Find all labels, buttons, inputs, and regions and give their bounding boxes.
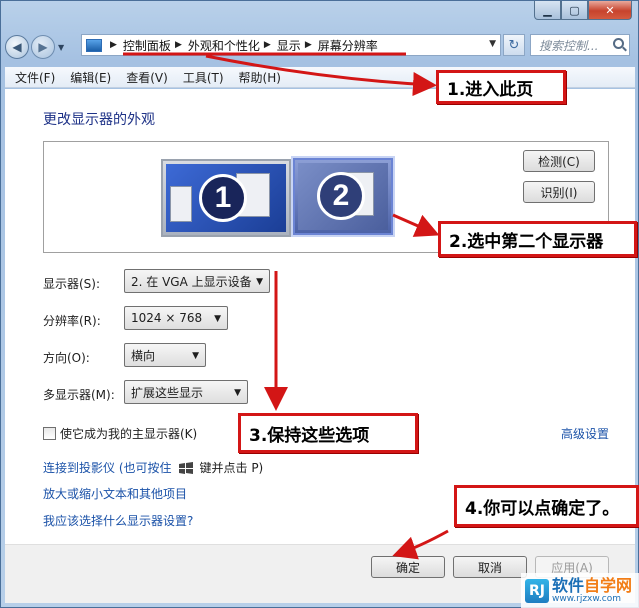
chevron-down-icon: ▼: [214, 314, 221, 324]
search-icon[interactable]: [613, 38, 624, 49]
page-title: 更改显示器的外观: [43, 112, 155, 128]
orientation-value: 横向: [131, 348, 156, 363]
monitor-2-number: 2: [317, 172, 365, 220]
monitor-2-selected[interactable]: 2: [293, 158, 393, 235]
control-panel-icon: [86, 38, 102, 52]
navigation-bar: ◀ ▶ ▼ ▶ 控制面板 ▶ 外观和个性化 ▶ 显示 ▶ 屏幕分辨率 ▼ ↻ 搜…: [5, 31, 635, 63]
minimize-button[interactable]: ▁: [534, 1, 561, 20]
orientation-select[interactable]: 横向 ▼: [124, 343, 206, 367]
display-select[interactable]: 2. 在 VGA 上显示设备 ▼: [124, 269, 270, 293]
chevron-right-icon[interactable]: ▶: [305, 40, 312, 50]
identify-button[interactable]: 识别(I): [523, 181, 595, 203]
resolution-label: 分辨率(R):: [43, 314, 101, 328]
recent-pages-dropdown-icon[interactable]: ▼: [58, 43, 64, 52]
advanced-settings-link[interactable]: 高级设置: [561, 425, 609, 442]
step4-callout: 4.你可以点确定了。: [454, 485, 639, 527]
chevron-down-icon: ▼: [256, 277, 263, 287]
title-bar: ▁ ▢ ✕: [1, 1, 638, 29]
refresh-button[interactable]: ↻: [503, 34, 525, 56]
which-settings-link[interactable]: 我应该选择什么显示器设置?: [43, 512, 193, 529]
close-button[interactable]: ✕: [588, 1, 632, 20]
maximize-button[interactable]: ▢: [561, 1, 588, 20]
menu-view[interactable]: 查看(V): [126, 69, 168, 86]
step3-callout: 3.保持这些选项: [238, 413, 418, 453]
back-arrow-icon[interactable]: ◀: [5, 35, 29, 59]
refresh-icon: ↻: [508, 37, 520, 53]
multi-display-select[interactable]: 扩展这些显示 ▼: [124, 380, 248, 404]
window-thumbnail-icon: [170, 186, 192, 222]
monitor-1[interactable]: 1: [161, 159, 291, 237]
resolution-select[interactable]: 1024 × 768 ▼: [124, 306, 228, 330]
menu-edit[interactable]: 编辑(E): [70, 69, 111, 86]
forward-arrow-icon[interactable]: ▶: [31, 35, 55, 59]
display-label: 显示器(S):: [43, 277, 101, 291]
windows-logo-icon: [178, 461, 193, 474]
chevron-right-icon[interactable]: ▶: [175, 40, 182, 50]
orientation-label: 方向(O):: [43, 351, 90, 365]
monitor-1-number: 1: [199, 174, 247, 222]
display-value: 2. 在 VGA 上显示设备: [131, 274, 252, 289]
search-placeholder: 搜索控制...: [539, 38, 599, 53]
watermark-text: 软件自学网 www.rjzxw.com: [552, 575, 633, 604]
site-watermark: RJ 软件自学网 www.rjzxw.com: [521, 573, 639, 608]
chevron-right-icon[interactable]: ▶: [110, 40, 117, 50]
text-size-link[interactable]: 放大或缩小文本和其他项目: [43, 485, 187, 502]
watermark-url: www.rjzxw.com: [552, 593, 621, 604]
caption-buttons: ▁ ▢ ✕: [534, 1, 632, 20]
projector-link[interactable]: 连接到投影仪 (也可按住 键并点击 P): [43, 459, 263, 476]
detect-button[interactable]: 检测(C): [523, 150, 595, 172]
multi-display-label: 多显示器(M):: [43, 388, 115, 402]
chevron-down-icon: ▼: [192, 351, 199, 361]
breadcrumb-screen-resolution[interactable]: 屏幕分辨率: [318, 37, 378, 54]
search-input[interactable]: 搜索控制...: [530, 34, 630, 56]
projector-link-text: 连接到投影仪 (也可按住: [43, 461, 172, 475]
watermark-name: 软件自学网: [552, 575, 633, 595]
chevron-down-icon[interactable]: ▼: [489, 39, 496, 49]
chevron-right-icon[interactable]: ▶: [264, 40, 271, 50]
ok-button[interactable]: 确定: [371, 556, 445, 578]
menu-file[interactable]: 文件(F): [15, 69, 55, 86]
cancel-button[interactable]: 取消: [453, 556, 527, 578]
address-bar[interactable]: ▶ 控制面板 ▶ 外观和个性化 ▶ 显示 ▶ 屏幕分辨率 ▼: [81, 34, 501, 56]
primary-display-label: 使它成为我的主显示器(K): [60, 427, 198, 441]
projector-link-suffix: 键并点击 P): [199, 461, 264, 475]
menu-help[interactable]: 帮助(H): [239, 69, 281, 86]
step1-callout: 1.进入此页: [436, 70, 566, 104]
display-settings-window: ▁ ▢ ✕ ◀ ▶ ▼ ▶ 控制面板 ▶ 外观和个性化 ▶ 显示 ▶ 屏幕分辨率…: [0, 0, 639, 608]
breadcrumb-display[interactable]: 显示: [277, 37, 301, 54]
breadcrumb-appearance[interactable]: 外观和个性化: [188, 37, 260, 54]
menu-tools[interactable]: 工具(T): [183, 69, 224, 86]
resolution-value: 1024 × 768: [131, 311, 203, 325]
chevron-down-icon: ▼: [234, 388, 241, 398]
multi-display-value: 扩展这些显示: [131, 385, 204, 400]
watermark-logo: RJ: [525, 579, 549, 603]
step2-callout: 2.选中第二个显示器: [438, 221, 637, 257]
breadcrumb-control-panel[interactable]: 控制面板: [123, 37, 171, 54]
primary-display-checkbox[interactable]: [43, 427, 56, 440]
